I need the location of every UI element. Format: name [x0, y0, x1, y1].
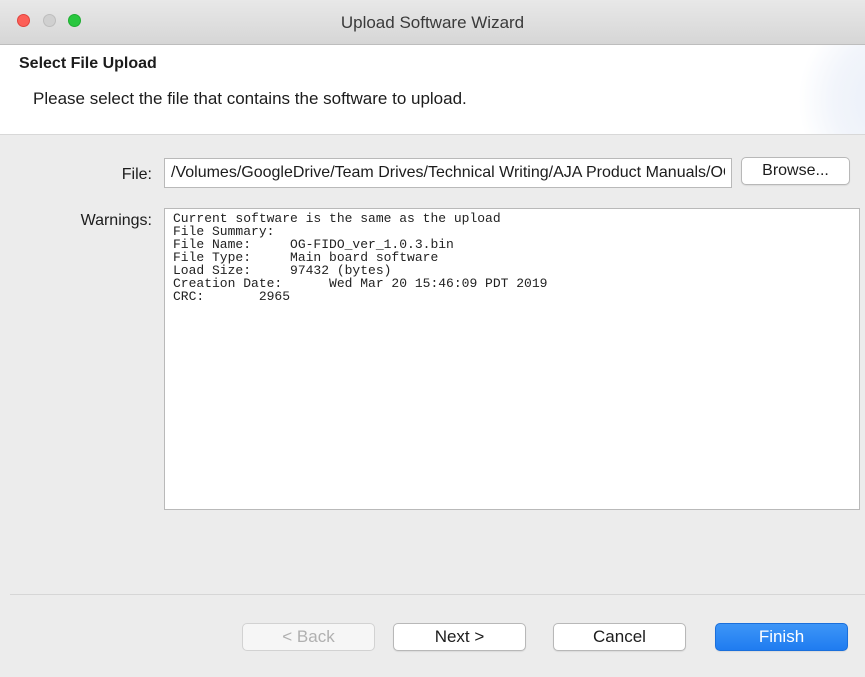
next-button[interactable]: Next > — [393, 623, 526, 651]
window-title: Upload Software Wizard — [340, 13, 525, 32]
warnings-text-area[interactable]: Current software is the same as the uplo… — [164, 208, 860, 510]
title-bar: Upload Software Wizard — [0, 0, 865, 45]
cancel-button[interactable]: Cancel — [553, 623, 686, 651]
footer-divider — [10, 594, 865, 595]
back-button[interactable]: < Back — [242, 623, 375, 651]
browse-button[interactable]: Browse... — [741, 157, 850, 185]
page-title: Select File Upload — [19, 55, 157, 72]
page-description: Please select the file that contains the… — [33, 89, 467, 108]
file-label: File: — [121, 166, 152, 183]
header-decoration — [785, 45, 865, 134]
wizard-header: Select File Upload Please select the fil… — [0, 45, 865, 135]
warnings-label: Warnings: — [80, 212, 152, 229]
file-path-input[interactable] — [164, 158, 732, 188]
finish-button[interactable]: Finish — [715, 623, 848, 651]
